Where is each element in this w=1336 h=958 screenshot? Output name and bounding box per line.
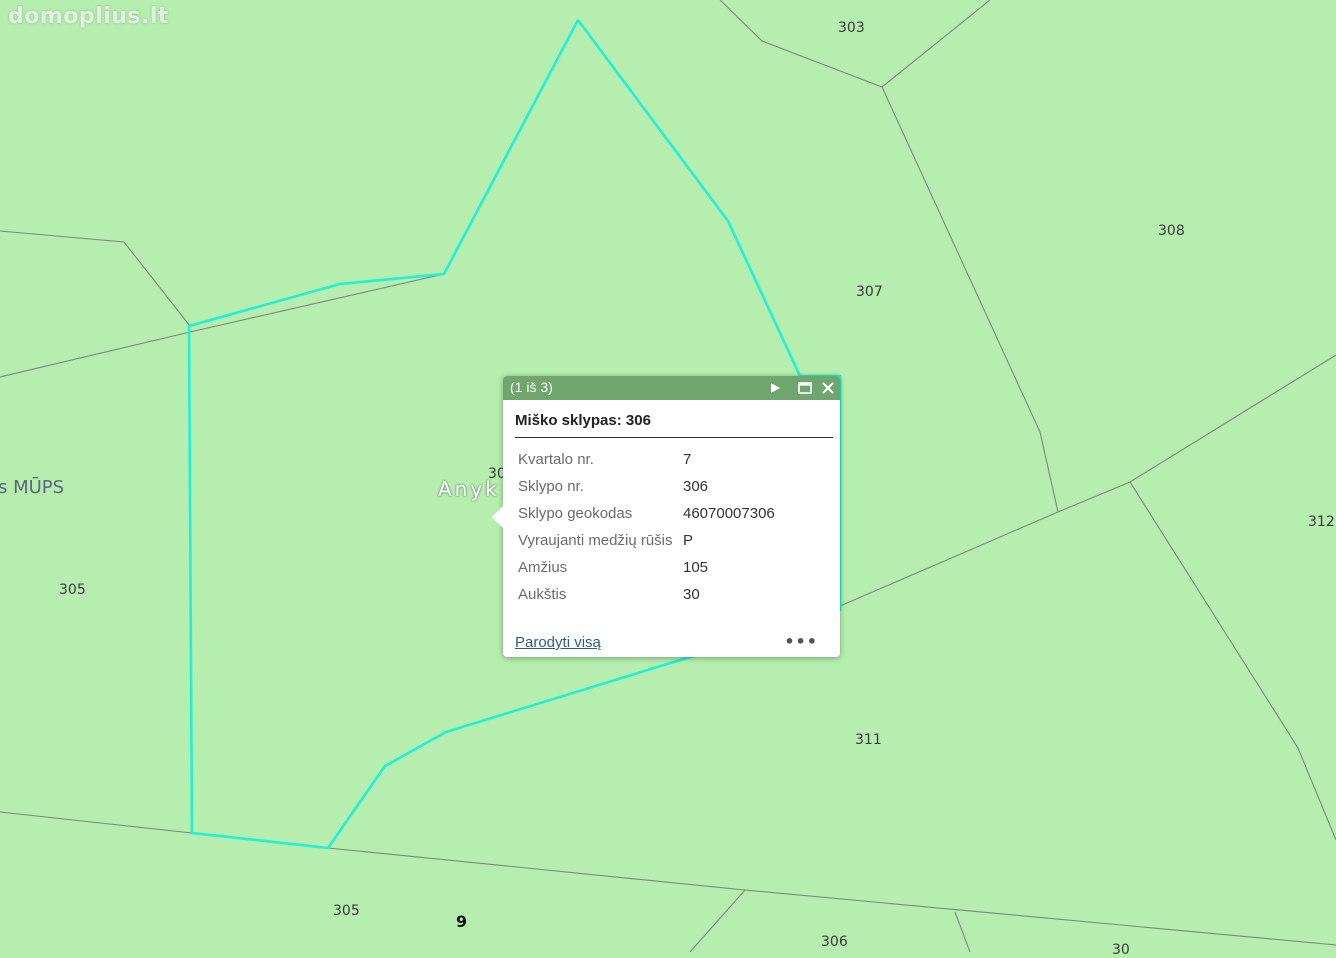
site-watermark: domoplius.lt (8, 4, 169, 29)
close-icon[interactable] (820, 380, 836, 396)
attribute-value: 306 (683, 478, 709, 495)
table-row: Amžius 105 (515, 554, 775, 581)
feature-popup: (1 iš 3) Miško sklypas: 306 Kvartalo nr.… (492, 376, 840, 657)
parcel-label: 307 (856, 284, 883, 300)
attribute-value: 7 (683, 451, 692, 468)
parcel-label: 311 (855, 732, 882, 748)
attribute-table: Kvartalo nr. 7 Sklypo nr. 306 Sklypo geoko… (515, 446, 775, 608)
parcel-label: 305 (333, 903, 360, 919)
table-row: Aukštis 30 (515, 581, 775, 608)
attribute-key: Sklypo nr. (518, 478, 584, 495)
parcel-label: 312 (1308, 514, 1335, 530)
popup-feature-counter: (1 iš 3) (510, 379, 553, 395)
parcel-label: 303 (838, 20, 865, 36)
attribute-key: Aukštis (518, 586, 567, 603)
popup-header: (1 iš 3) (503, 376, 840, 400)
more-options-icon[interactable]: ••• (784, 632, 818, 651)
table-row: Kvartalo nr. 7 (515, 446, 775, 473)
table-row: Vyraujanti medžių rūšis P (515, 527, 775, 554)
parcel-label: 30 (1112, 942, 1130, 958)
place-name-label: Anyk (438, 477, 500, 501)
attribute-value: P (683, 532, 694, 549)
parcel-label: 306 (821, 934, 848, 950)
quarter-number-label: 9 (456, 912, 468, 931)
attribute-value: 30 (683, 586, 700, 603)
divider (515, 437, 833, 438)
popup-title: Miško sklypas: 306 (515, 412, 651, 429)
attribute-value: 105 (683, 559, 709, 576)
attribute-key: Vyraujanti medžių rūšis (518, 532, 673, 549)
show-all-link[interactable]: Parodyti visą (515, 634, 601, 651)
attribute-key: Amžius (518, 559, 568, 576)
play-icon[interactable] (767, 380, 783, 396)
parcel-label: 308 (1158, 223, 1185, 239)
attribute-key: Kvartalo nr. (518, 451, 594, 468)
popup-pointer (492, 506, 503, 528)
attribute-value: 46070007306 (683, 505, 775, 522)
parcel-label: 305 (59, 582, 86, 598)
maximize-icon[interactable] (797, 380, 813, 396)
attribute-key: Sklypo geokodas (518, 505, 633, 522)
place-name-label: s MŪPS (0, 477, 65, 498)
table-row: Sklypo nr. 306 (515, 473, 775, 500)
table-row: Sklypo geokodas 46070007306 (515, 500, 775, 527)
